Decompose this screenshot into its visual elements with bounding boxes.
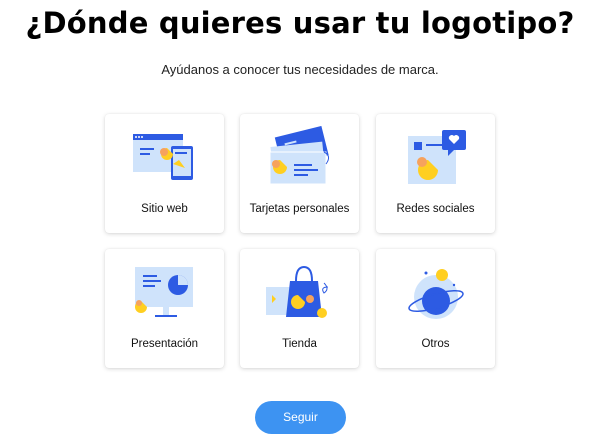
- shopping-bag-icon: [240, 261, 359, 331]
- option-label: Tienda: [282, 338, 317, 350]
- option-label: Sitio web: [141, 203, 188, 215]
- next-button[interactable]: Seguir: [255, 401, 346, 434]
- website-icon: [105, 126, 224, 196]
- option-label: Redes sociales: [396, 203, 475, 215]
- option-card-other[interactable]: Otros: [376, 249, 495, 368]
- option-label: Tarjetas personales: [249, 203, 350, 215]
- presentation-icon: [105, 261, 224, 331]
- page-subtitle: Ayúdanos a conocer tus necesidades de ma…: [161, 62, 439, 77]
- option-label: Presentación: [130, 338, 199, 350]
- option-card-website[interactable]: Sitio web: [105, 114, 224, 233]
- page-title: ¿Dónde quieres usar tu logotipo?: [25, 6, 575, 40]
- option-card-presentation[interactable]: Presentación: [105, 249, 224, 368]
- option-card-social-media[interactable]: Redes sociales: [376, 114, 495, 233]
- option-label: Otros: [421, 338, 450, 350]
- option-card-business-cards[interactable]: Tarjetas personales: [240, 114, 359, 233]
- business-cards-icon: [240, 126, 359, 196]
- social-media-icon: [376, 126, 495, 196]
- option-card-store[interactable]: Tienda: [240, 249, 359, 368]
- planet-icon: [376, 261, 495, 331]
